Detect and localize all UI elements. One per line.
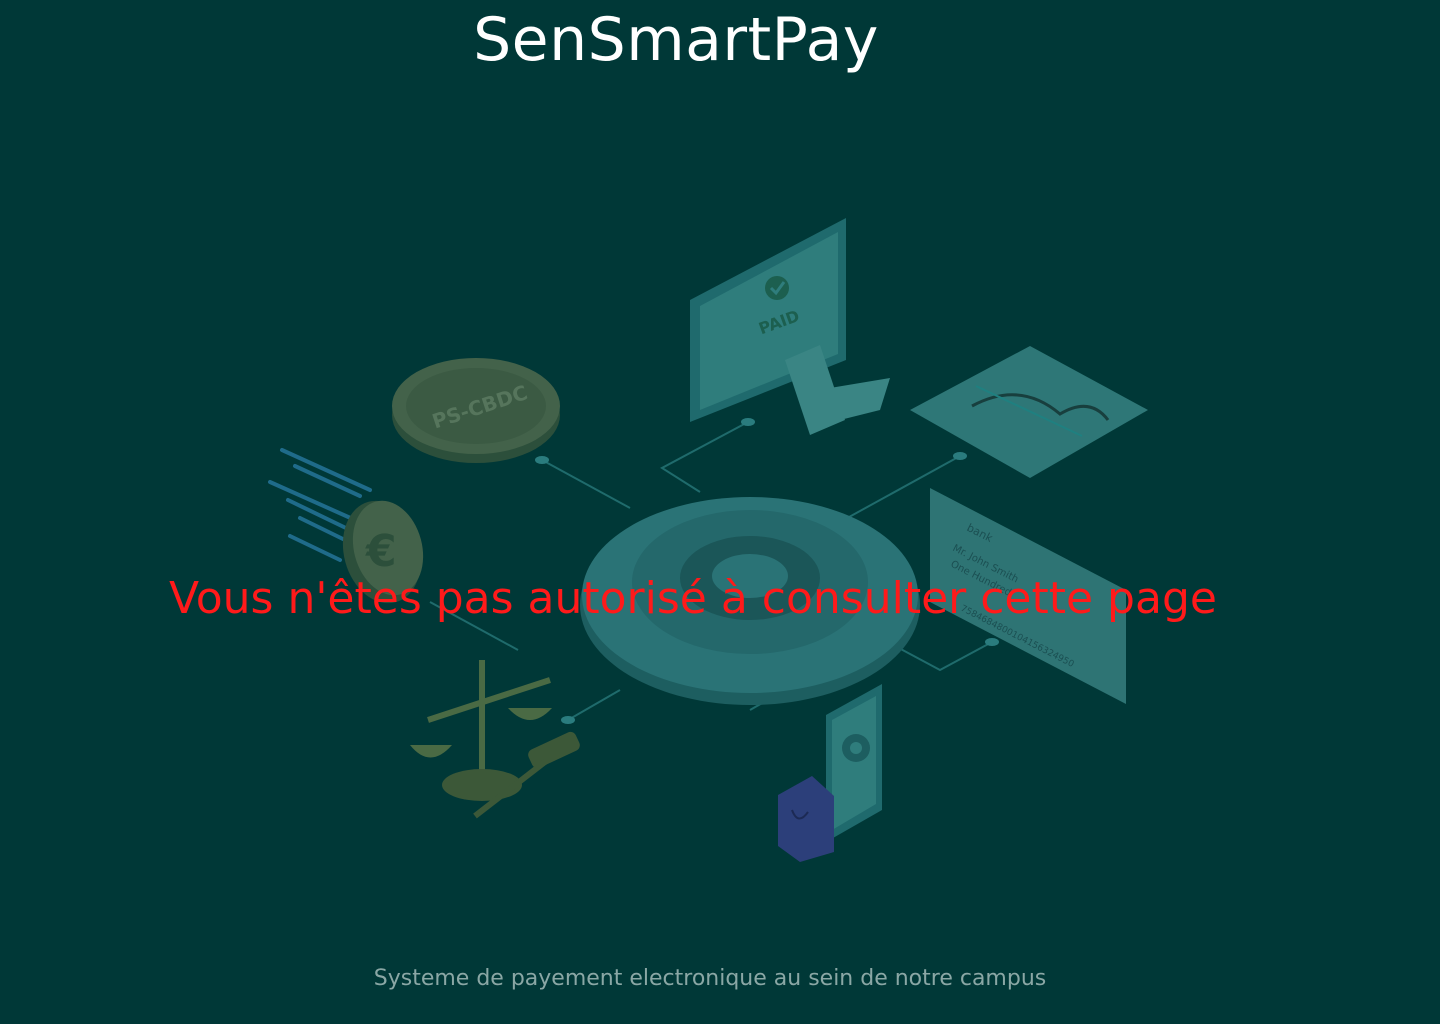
app-title: SenSmartPay bbox=[473, 5, 879, 75]
payment-illustration: PAID PS-CBDC € bank Mr. John Smith One H… bbox=[268, 218, 1148, 862]
signature-document-icon bbox=[910, 346, 1148, 478]
justice-scales-icon bbox=[410, 660, 580, 819]
footer-tagline: Systeme de payement electronique au sein… bbox=[373, 966, 1047, 991]
access-denied-message: Vous n'êtes pas autorisé à consulter cet… bbox=[169, 573, 1217, 624]
page: SenSmartPay PAID PS-CBDC € bank Mr. John… bbox=[0, 0, 1440, 1024]
mobile-payment-icon bbox=[778, 684, 882, 862]
cbdc-coin-icon: PS-CBDC bbox=[392, 358, 560, 463]
euro-symbol: € bbox=[365, 526, 397, 577]
monitor-icon: PAID bbox=[690, 218, 890, 435]
